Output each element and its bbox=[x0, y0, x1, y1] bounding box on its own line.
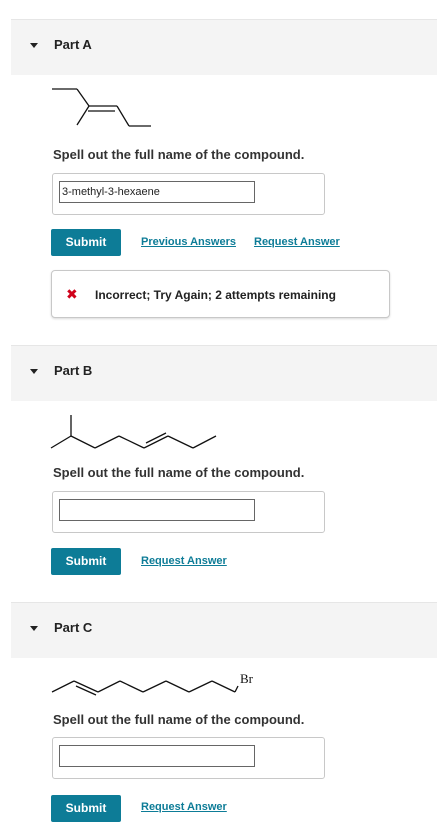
part-c-title: Part C bbox=[54, 620, 93, 635]
part-a-prompt: Spell out the full name of the compound. bbox=[53, 147, 305, 162]
part-b-answer-input[interactable] bbox=[59, 499, 255, 521]
part-b-title: Part B bbox=[54, 363, 93, 378]
part-b-prompt: Spell out the full name of the compound. bbox=[53, 465, 305, 480]
collapse-caret-icon[interactable] bbox=[30, 43, 38, 48]
part-b-request-answer-link[interactable]: Request Answer bbox=[141, 555, 227, 567]
collapse-caret-icon[interactable] bbox=[30, 369, 38, 374]
part-c-prompt: Spell out the full name of the compound. bbox=[53, 712, 305, 727]
bromine-label: Br bbox=[240, 671, 254, 686]
part-a-header[interactable]: Part A bbox=[11, 19, 437, 75]
part-a-feedback-box: ✖ Incorrect; Try Again; 2 attempts remai… bbox=[51, 270, 390, 318]
part-b-structure-image bbox=[50, 415, 217, 449]
part-c-request-answer-link[interactable]: Request Answer bbox=[141, 801, 227, 813]
part-c-answer-input[interactable] bbox=[59, 745, 255, 767]
part-b-answer-container bbox=[52, 491, 325, 533]
x-icon: ✖ bbox=[66, 286, 78, 302]
part-a-feedback-text: Incorrect; Try Again; 2 attempts remaini… bbox=[95, 288, 336, 302]
part-a-title: Part A bbox=[54, 37, 92, 52]
part-a-answer-input[interactable] bbox=[59, 181, 255, 203]
part-a-previous-answers-link[interactable]: Previous Answers bbox=[141, 236, 236, 248]
part-c-answer-container bbox=[52, 737, 325, 779]
part-c-structure-image: Br bbox=[51, 671, 254, 696]
part-a-request-answer-link[interactable]: Request Answer bbox=[254, 236, 340, 248]
part-b-submit-button[interactable]: Submit bbox=[51, 548, 121, 575]
part-a-structure-image bbox=[52, 88, 151, 127]
part-c-header[interactable]: Part C bbox=[11, 602, 437, 658]
part-c-submit-button[interactable]: Submit bbox=[51, 795, 121, 822]
part-b-header[interactable]: Part B bbox=[11, 345, 437, 401]
part-a-submit-button[interactable]: Submit bbox=[51, 229, 121, 256]
collapse-caret-icon[interactable] bbox=[30, 626, 38, 631]
part-a-answer-container bbox=[52, 173, 325, 215]
